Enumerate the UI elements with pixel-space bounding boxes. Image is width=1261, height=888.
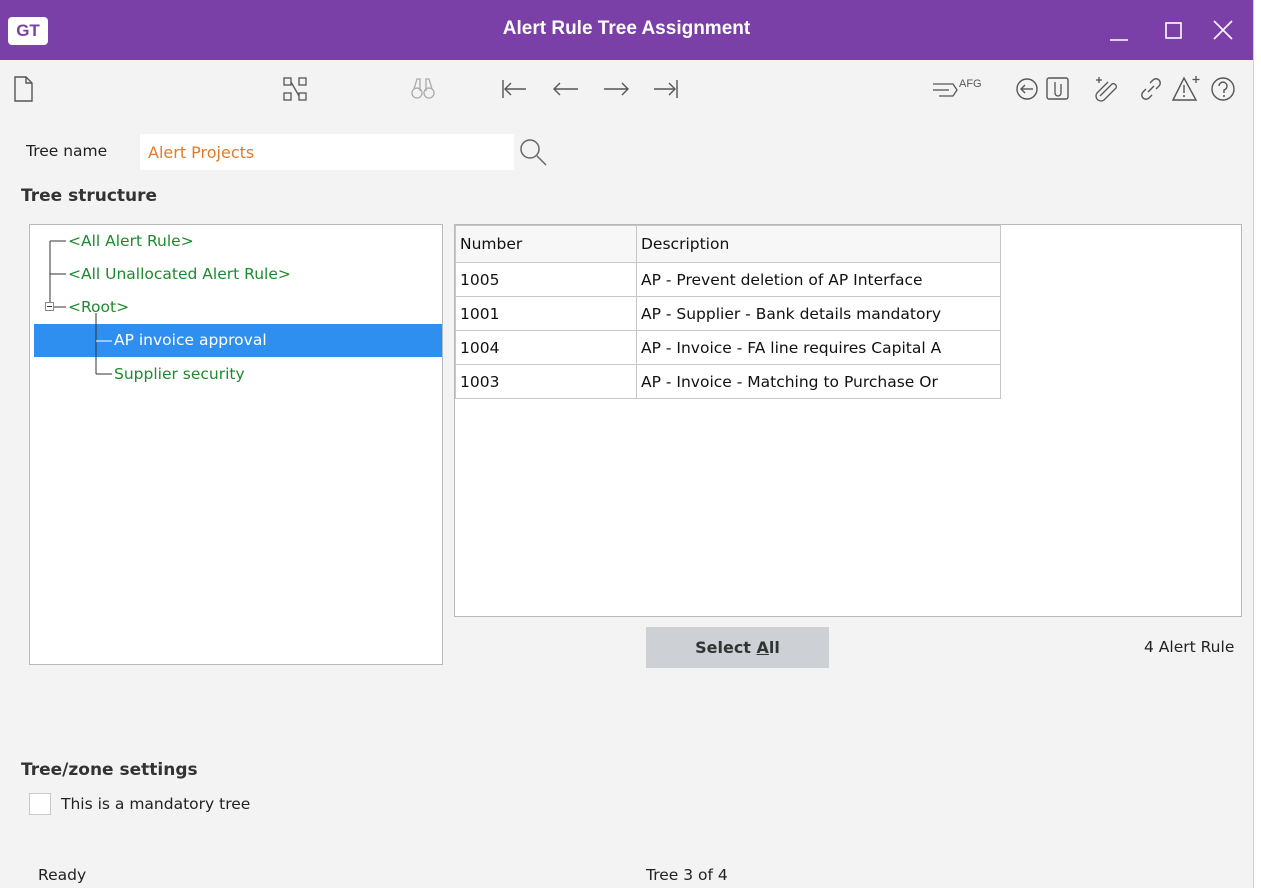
tree-lines xyxy=(49,240,112,375)
cell-description[interactable]: AP - Supplier - Bank details mandatory xyxy=(636,296,1001,331)
close-button[interactable] xyxy=(1208,14,1240,46)
binoculars-icon xyxy=(411,78,435,99)
status-ready: Ready xyxy=(38,866,87,884)
link-button[interactable] xyxy=(1136,74,1166,104)
select-all-button[interactable]: Select All xyxy=(646,627,829,668)
app-window: GT Alert Rule Tree Assignment AFG Tree n… xyxy=(0,0,1254,888)
tree-name-label: Tree name xyxy=(26,142,108,160)
next-record-icon xyxy=(604,82,629,96)
flag-pointer-icon xyxy=(933,83,958,97)
mandatory-tree-label[interactable]: This is a mandatory tree xyxy=(61,795,250,813)
minimize-icon xyxy=(1110,39,1128,41)
tree-node-all-alert-rule[interactable]: <All Alert Rule> xyxy=(68,232,194,250)
tree-view[interactable]: <All Alert Rule> <All Unallocated Alert … xyxy=(29,224,443,665)
cell-number[interactable]: 1001 xyxy=(455,296,637,331)
table-row[interactable]: 1005 AP - Prevent deletion of AP Interfa… xyxy=(455,262,1001,297)
alert-rule-count: 4 Alert Rule xyxy=(1144,638,1235,656)
status-tree-position: Tree 3 of 4 xyxy=(646,866,728,884)
next-record-button[interactable] xyxy=(601,74,631,104)
link-icon xyxy=(1141,78,1161,100)
add-alert-button[interactable] xyxy=(1171,74,1202,104)
tree-structure-heading: Tree structure xyxy=(21,186,158,206)
add-attachment-icon xyxy=(1095,77,1117,102)
alert-rule-grid: Number Description 1005 AP - Prevent del… xyxy=(454,224,1242,617)
select-all-prefix: Select xyxy=(695,638,757,657)
maximize-button[interactable] xyxy=(1158,14,1190,46)
help-icon xyxy=(1211,77,1235,101)
maximize-icon xyxy=(1165,22,1182,39)
afg-icon[interactable]: AFG xyxy=(959,78,993,108)
cell-description[interactable]: AP - Prevent deletion of AP Interface xyxy=(636,262,1001,297)
tree-node-root[interactable]: <Root> xyxy=(68,298,129,316)
first-record-icon xyxy=(502,80,526,98)
table-row[interactable]: 1003 AP - Invoice - Matching to Purchase… xyxy=(455,364,1001,399)
tree-node-all-unallocated[interactable]: <All Unallocated Alert Rule> xyxy=(68,265,291,283)
help-button[interactable] xyxy=(1208,74,1238,104)
title-bar: GT Alert Rule Tree Assignment xyxy=(0,0,1253,60)
table-header-row: Number Description xyxy=(455,225,1001,263)
last-record-icon xyxy=(654,80,678,98)
cell-description[interactable]: AP - Invoice - FA line requires Capital … xyxy=(636,330,1001,365)
close-icon xyxy=(1213,20,1233,40)
toolbar: AFG xyxy=(0,60,1253,122)
alert-add-icon xyxy=(1171,76,1200,101)
minus-icon xyxy=(47,306,52,307)
tree-node-ap-invoice-approval[interactable]: AP invoice approval xyxy=(114,331,267,349)
back-circle-icon xyxy=(1016,78,1038,100)
mandatory-tree-checkbox[interactable] xyxy=(29,793,51,815)
tree-zone-settings-heading: Tree/zone settings xyxy=(21,760,198,780)
attachment-folder-icon xyxy=(1046,77,1069,100)
minimize-button[interactable] xyxy=(1102,14,1134,46)
cell-number[interactable]: 1003 xyxy=(455,364,637,399)
attachments-button[interactable] xyxy=(1043,74,1073,104)
column-header-description[interactable]: Description xyxy=(636,225,1001,263)
tree-name-input[interactable] xyxy=(140,134,514,170)
tree-structure-icon xyxy=(283,77,307,101)
cell-number[interactable]: 1004 xyxy=(455,330,637,365)
tree-structure-button[interactable] xyxy=(280,74,310,104)
alert-rule-table: Number Description 1005 AP - Prevent del… xyxy=(455,225,1001,399)
tree-name-search-button[interactable] xyxy=(515,134,551,170)
first-record-button[interactable] xyxy=(499,74,529,104)
table-row[interactable]: 1001 AP - Supplier - Bank details mandat… xyxy=(455,296,1001,331)
tree-node-supplier-security[interactable]: Supplier security xyxy=(114,365,245,383)
window-title: Alert Rule Tree Assignment xyxy=(502,18,751,39)
search-icon xyxy=(520,139,547,166)
flag-button[interactable] xyxy=(931,74,961,104)
table-row[interactable]: 1004 AP - Invoice - FA line requires Cap… xyxy=(455,330,1001,365)
new-button[interactable] xyxy=(8,74,38,104)
cell-description[interactable]: AP - Invoice - Matching to Purchase Or xyxy=(636,364,1001,399)
add-attachment-button[interactable] xyxy=(1092,74,1122,104)
collapse-toggle[interactable] xyxy=(45,302,54,311)
previous-record-button[interactable] xyxy=(551,74,581,104)
column-header-number[interactable]: Number xyxy=(455,225,637,263)
new-document-icon xyxy=(14,76,33,102)
select-all-suffix: ll xyxy=(768,638,780,657)
back-button[interactable] xyxy=(1012,74,1042,104)
previous-record-icon xyxy=(553,82,578,96)
cell-number[interactable]: 1005 xyxy=(455,262,637,297)
select-all-hotkey: A xyxy=(756,638,769,657)
find-button[interactable] xyxy=(408,74,438,104)
last-record-button[interactable] xyxy=(651,74,681,104)
